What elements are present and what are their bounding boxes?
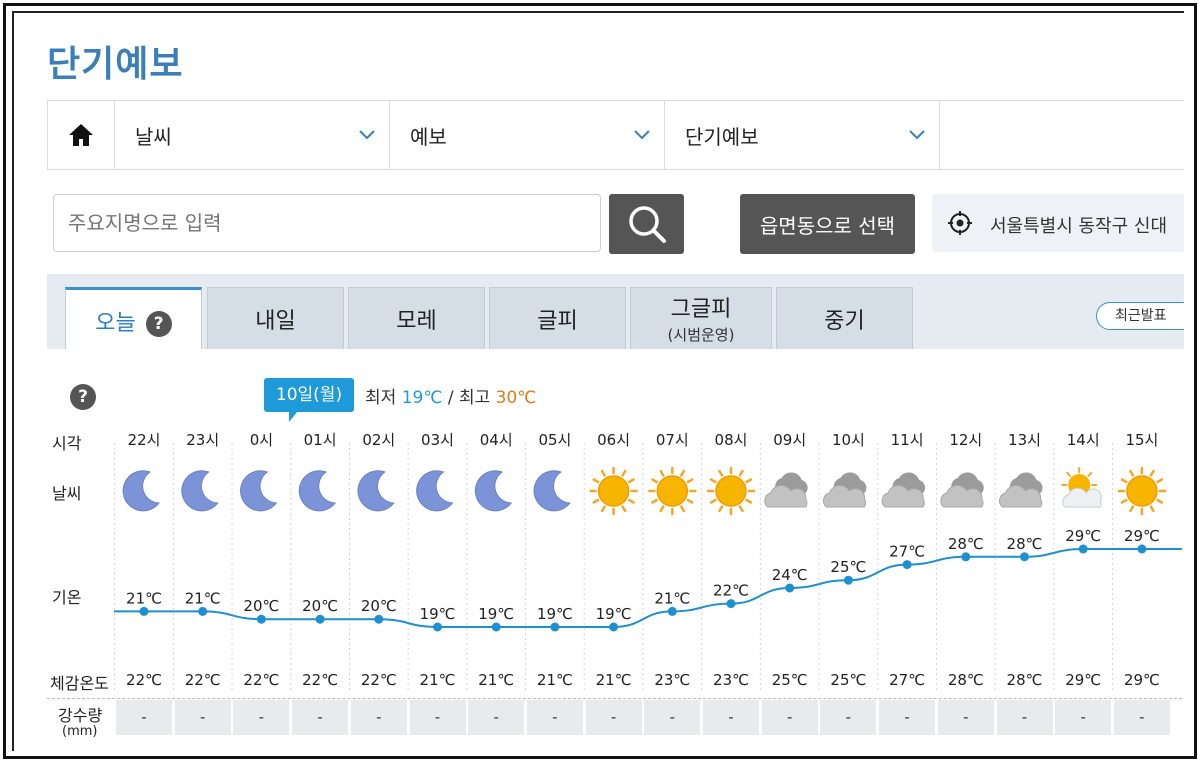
temperature-point [902,560,912,570]
temperature-label: 21℃ [126,589,162,607]
temperature-point [1137,544,1147,554]
temperature-label: 28℃ [948,535,984,553]
temperature-point [491,622,501,632]
moon-icon [240,470,278,512]
cloudy-icon [940,472,984,508]
feels-like-value: 28℃ [1007,671,1043,689]
temperature-point [961,552,971,562]
feels-like-value: 28℃ [948,671,984,689]
temperature-point [785,583,795,593]
feels-like-value: 21℃ [537,671,573,689]
sun-icon [1117,466,1167,516]
temperature-label: 22℃ [713,582,749,600]
moon-icon [181,470,219,512]
cloudy-icon [822,472,867,508]
temperature-label: 25℃ [830,558,866,576]
feels-like-value: 22℃ [126,671,162,689]
feels-like-value: 25℃ [830,671,866,689]
partly-cloudy-icon [1061,467,1102,508]
temperature-label: 20℃ [302,597,338,615]
temperature-line [114,548,1182,629]
hour-label: 0시 [250,431,273,449]
moon-icon [357,470,395,512]
temperature-point [1078,544,1088,554]
hour-label: 11시 [891,431,924,449]
hour-label: 14시 [1067,431,1100,449]
cloudy-icon [764,472,808,508]
feels-like-value: 23℃ [654,671,690,689]
feels-like-value: 21℃ [478,671,514,689]
hour-label: 06시 [597,431,630,449]
temperature-label: 19℃ [420,605,456,623]
feels-like-value: 25℃ [772,671,808,689]
cloudy-icon [999,472,1043,508]
temperature-point [315,614,325,624]
hour-label: 08시 [715,431,748,449]
feels-like-value: 22℃ [243,671,279,689]
temperature-label: 29℃ [1065,527,1101,545]
feels-like-value: 21℃ [596,671,632,689]
temperature-point [1020,552,1029,562]
temperature-point [198,606,208,616]
hour-label: 23시 [186,431,219,449]
temperature-point [843,575,853,585]
temperature-point [139,606,149,616]
feels-like-value: 22℃ [185,671,221,689]
temperature-label: 20℃ [361,597,397,615]
moon-icon [122,470,160,512]
hourly-forecast-chart: 22시 21℃ 22℃ 23시 21℃ 22℃ 0시 20℃ 22℃ 01시 20℃ 22℃ 02시 20… [114,431,1182,693]
temperature-point [609,622,619,632]
temperature-label: 19℃ [537,605,573,623]
hour-label: 01시 [304,431,337,449]
sun-icon [589,466,638,516]
feels-like-value: 22℃ [302,671,338,689]
temperature-point [726,599,736,609]
hour-label: 03시 [421,431,454,449]
sun-icon [648,466,697,516]
temperature-label: 24℃ [772,566,808,584]
hour-label: 10시 [832,431,865,449]
hour-label: 09시 [773,431,806,449]
feels-like-value: 27℃ [889,671,925,689]
hour-label: 22시 [128,431,161,449]
feels-like-value: 22℃ [361,671,397,689]
hour-label: 04시 [480,431,513,449]
temperature-point [256,614,266,624]
hour-label: 12시 [949,431,982,449]
temperature-point [667,606,677,616]
feels-like-value: 23℃ [713,671,749,689]
hour-label: 02시 [362,431,395,449]
temperature-label: 27℃ [889,543,925,561]
temperature-label: 29℃ [1124,527,1160,545]
cloudy-icon [881,472,926,508]
moon-icon [416,470,454,512]
temperature-label: 21℃ [654,589,690,607]
hour-label: 13시 [1008,431,1041,449]
hour-label: 15시 [1125,431,1158,449]
feels-like-value: 29℃ [1124,671,1160,689]
temperature-label: 21℃ [185,589,221,607]
hour-label: 07시 [656,431,689,449]
temperature-label: 19℃ [478,605,514,623]
page-container: 단기예보 날씨 예보 단기예보 읍면동으로 선택 [12,11,1184,751]
sun-icon [706,466,756,516]
feels-like-value: 29℃ [1065,671,1101,689]
moon-icon [298,470,337,512]
temperature-point [550,622,560,632]
temperature-label: 20℃ [243,597,279,615]
temperature-point [374,614,384,624]
moon-icon [533,470,571,512]
temperature-point [433,622,442,632]
feels-like-value: 21℃ [420,671,456,689]
temperature-label: 19℃ [596,605,632,623]
temperature-label: 28℃ [1007,535,1043,553]
moon-icon [474,470,513,512]
hour-label: 05시 [538,431,571,449]
